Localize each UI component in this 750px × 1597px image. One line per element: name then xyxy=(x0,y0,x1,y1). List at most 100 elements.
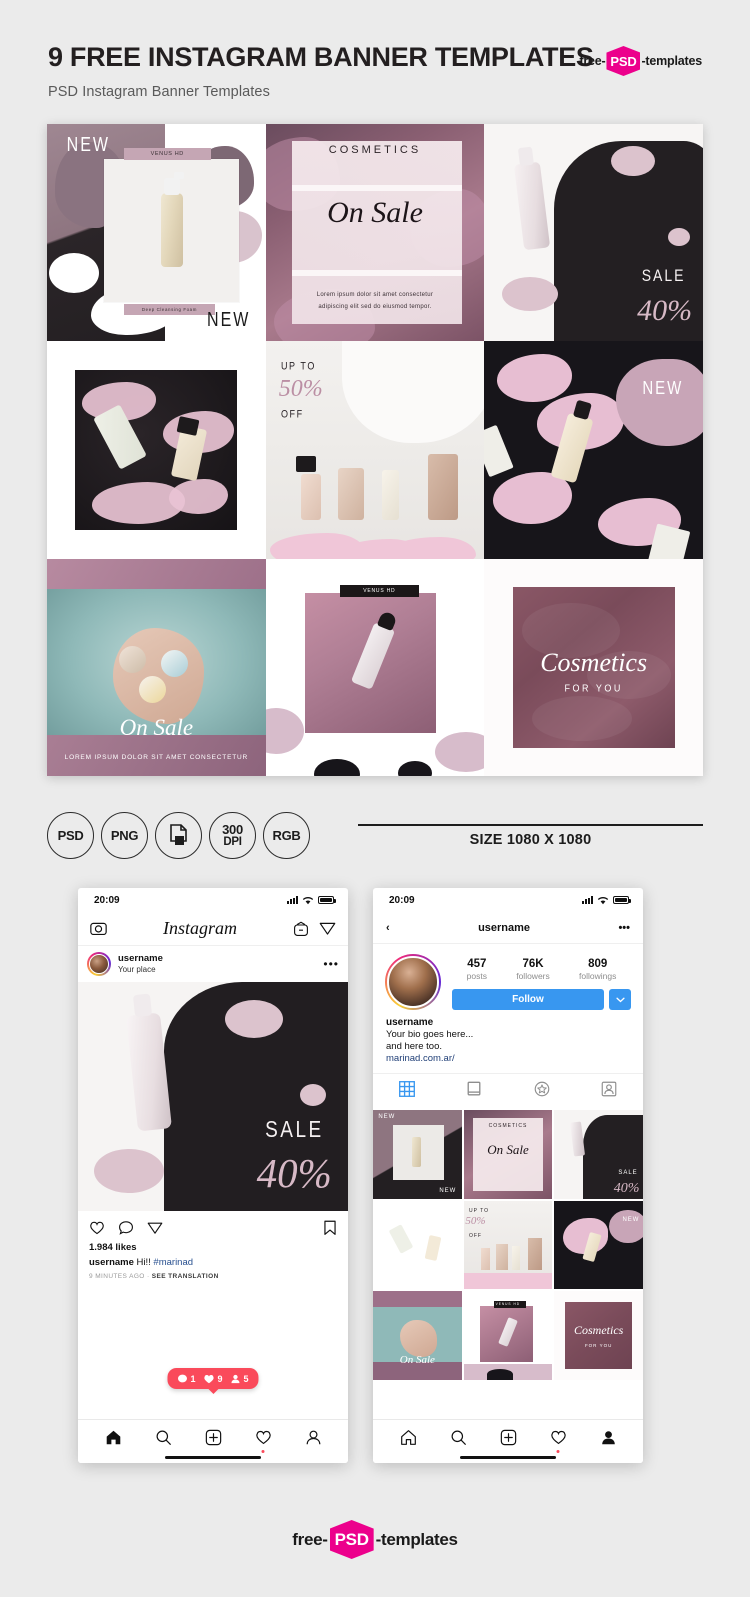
grid-cell-8[interactable]: VENUS HD xyxy=(463,1291,553,1381)
caption-username[interactable]: username xyxy=(89,1257,134,1268)
stat-posts[interactable]: 457 posts xyxy=(467,958,487,981)
png-badge-label: PNG xyxy=(110,827,139,843)
tab-activity[interactable] xyxy=(255,1429,272,1453)
rgb-badge: RGB xyxy=(263,812,310,859)
tab-list[interactable] xyxy=(466,1081,482,1102)
bio-link[interactable]: marinad.com.ar/ xyxy=(386,1053,630,1064)
tab-search[interactable] xyxy=(155,1429,172,1446)
camera-icon[interactable] xyxy=(90,920,107,937)
banner-ordinary-duo[interactable] xyxy=(47,341,266,559)
back-icon[interactable]: ‹ xyxy=(386,922,390,934)
dpi-badge-line1: 300 xyxy=(222,821,243,837)
list-icon xyxy=(467,1081,481,1096)
status-bar-2: 20:09 xyxy=(373,888,643,912)
tab-search-2[interactable] xyxy=(450,1429,467,1446)
share-icon[interactable] xyxy=(147,1220,163,1236)
wifi-icon xyxy=(597,896,609,904)
banner-sale-40[interactable]: SALE 40% xyxy=(484,124,703,342)
post-username[interactable]: username xyxy=(118,953,163,965)
stat-followings[interactable]: 809 followings xyxy=(579,958,616,981)
post-image-percent: 40% xyxy=(256,1150,332,1197)
grid-cell-3[interactable]: SALE 40% xyxy=(554,1110,643,1199)
banner-bath-on-sale[interactable]: On Sale LOREM IPSUM DOLOR SIT AMET CONSE… xyxy=(47,558,266,776)
footer-logo: free- PSD -templates xyxy=(0,1520,750,1559)
tab-profile-2[interactable] xyxy=(600,1429,617,1446)
follower-badge-icon xyxy=(231,1374,240,1383)
igtv-icon[interactable] xyxy=(293,921,309,937)
cell1-new-top: NEW xyxy=(378,1114,396,1121)
footer-logo-post: -templates xyxy=(375,1529,458,1549)
send-icon[interactable] xyxy=(319,920,336,937)
tab-add-post-2[interactable] xyxy=(500,1429,517,1446)
stat-followers-label: followers xyxy=(516,971,550,981)
banner3-percent: 40% xyxy=(637,294,693,328)
cell2-script: On Sale xyxy=(487,1141,529,1157)
notif-follows: 5 xyxy=(243,1373,249,1384)
grid-cell-7[interactable]: On Sale xyxy=(373,1291,462,1381)
banner-up-to-50-off[interactable]: UP TO 50% OFF xyxy=(265,341,485,559)
cell2-title: COSMETICS xyxy=(488,1123,528,1130)
tab-home-2[interactable] xyxy=(400,1429,417,1446)
stat-followings-value: 809 xyxy=(588,958,608,970)
tab-home[interactable] xyxy=(105,1429,122,1446)
size-divider xyxy=(358,824,703,826)
grid-cell-2[interactable]: COSMETICS On Sale xyxy=(463,1110,553,1199)
profile-icon xyxy=(601,1431,615,1445)
battery-icon xyxy=(613,896,631,904)
banner9-script: Cosmetics xyxy=(540,648,648,677)
post-caption: username Hi!! #marinad xyxy=(78,1253,348,1268)
like-icon[interactable] xyxy=(89,1220,105,1236)
banner-new-venus-hd[interactable]: VENUS HD Deep Cleansing Foam NEW NEW xyxy=(47,124,266,342)
footer-logo-pre: free- xyxy=(292,1529,328,1549)
banner2-title: COSMETICS xyxy=(328,143,422,156)
grid-cell-4[interactable] xyxy=(373,1200,462,1290)
profile-content-tabs xyxy=(373,1073,643,1108)
grid-cell-9[interactable]: Cosmetics FOR YOU xyxy=(554,1291,643,1381)
profile-icon xyxy=(306,1430,320,1445)
banner6-new: NEW xyxy=(642,378,684,400)
see-translation-link[interactable]: SEE TRANSLATION xyxy=(152,1273,219,1280)
tab-tagged[interactable] xyxy=(601,1081,617,1102)
banner-venus-hd-water[interactable]: VENUS HD xyxy=(265,558,485,776)
banner5-upto: UP TO xyxy=(280,359,316,372)
tab-grid[interactable] xyxy=(398,1081,415,1102)
tab-activity-2[interactable] xyxy=(550,1429,567,1453)
tab-add-post[interactable] xyxy=(205,1429,222,1446)
tab-saved[interactable] xyxy=(534,1081,550,1102)
grid-cell-5[interactable]: UP TO 50% OFF xyxy=(463,1200,553,1290)
bio-name: username xyxy=(386,1017,434,1028)
banner-new-splash[interactable]: NEW xyxy=(484,341,703,559)
status-time: 20:09 xyxy=(94,894,120,906)
post-meta-sep: · xyxy=(144,1273,152,1280)
banner2-script: On Sale xyxy=(327,195,423,229)
hexagon-icon: PSD xyxy=(606,46,641,76)
tab-profile[interactable] xyxy=(305,1429,322,1446)
banner2-body-line2: adipiscing elit sed do eiusmod tempor. xyxy=(318,303,432,310)
dpi-badge-line2: DPI xyxy=(223,836,242,849)
stat-followers[interactable]: 76K followers xyxy=(516,958,550,981)
banner-cosmetics-for-you[interactable]: Cosmetics FOR YOU xyxy=(484,558,703,776)
profile-menu-icon[interactable]: ••• xyxy=(618,922,630,934)
avatar[interactable] xyxy=(87,952,111,976)
follow-dropdown-button[interactable] xyxy=(609,989,631,1010)
grid-cell-6[interactable]: NEW xyxy=(554,1200,643,1290)
banner-cosmetics-on-sale[interactable]: COSMETICS On Sale Lorem ipsum dolor sit … xyxy=(265,124,485,342)
follow-button[interactable]: Follow xyxy=(452,989,604,1010)
grid-icon xyxy=(398,1081,415,1097)
caption-hashtag[interactable]: #marinad xyxy=(153,1257,193,1268)
profile-avatar[interactable] xyxy=(385,954,441,1010)
comment-icon[interactable] xyxy=(118,1220,134,1236)
cell5-off: OFF xyxy=(468,1232,482,1239)
home-icon xyxy=(106,1430,120,1445)
bookmark-icon[interactable] xyxy=(323,1220,337,1236)
grid-cell-1[interactable]: NEW NEW xyxy=(373,1110,462,1199)
home-indicator xyxy=(165,1455,261,1459)
png-badge: PNG xyxy=(101,812,148,859)
layers-badge xyxy=(155,812,202,859)
heart-icon xyxy=(255,1430,271,1445)
post-image[interactable]: SALE 40% xyxy=(78,982,348,1211)
home-icon xyxy=(400,1430,416,1445)
notification-bubble[interactable]: 1 9 5 xyxy=(167,1368,259,1389)
post-time-ago: 9 MINUTES AGO xyxy=(89,1273,145,1280)
instagram-nav: Instagram xyxy=(78,912,348,946)
